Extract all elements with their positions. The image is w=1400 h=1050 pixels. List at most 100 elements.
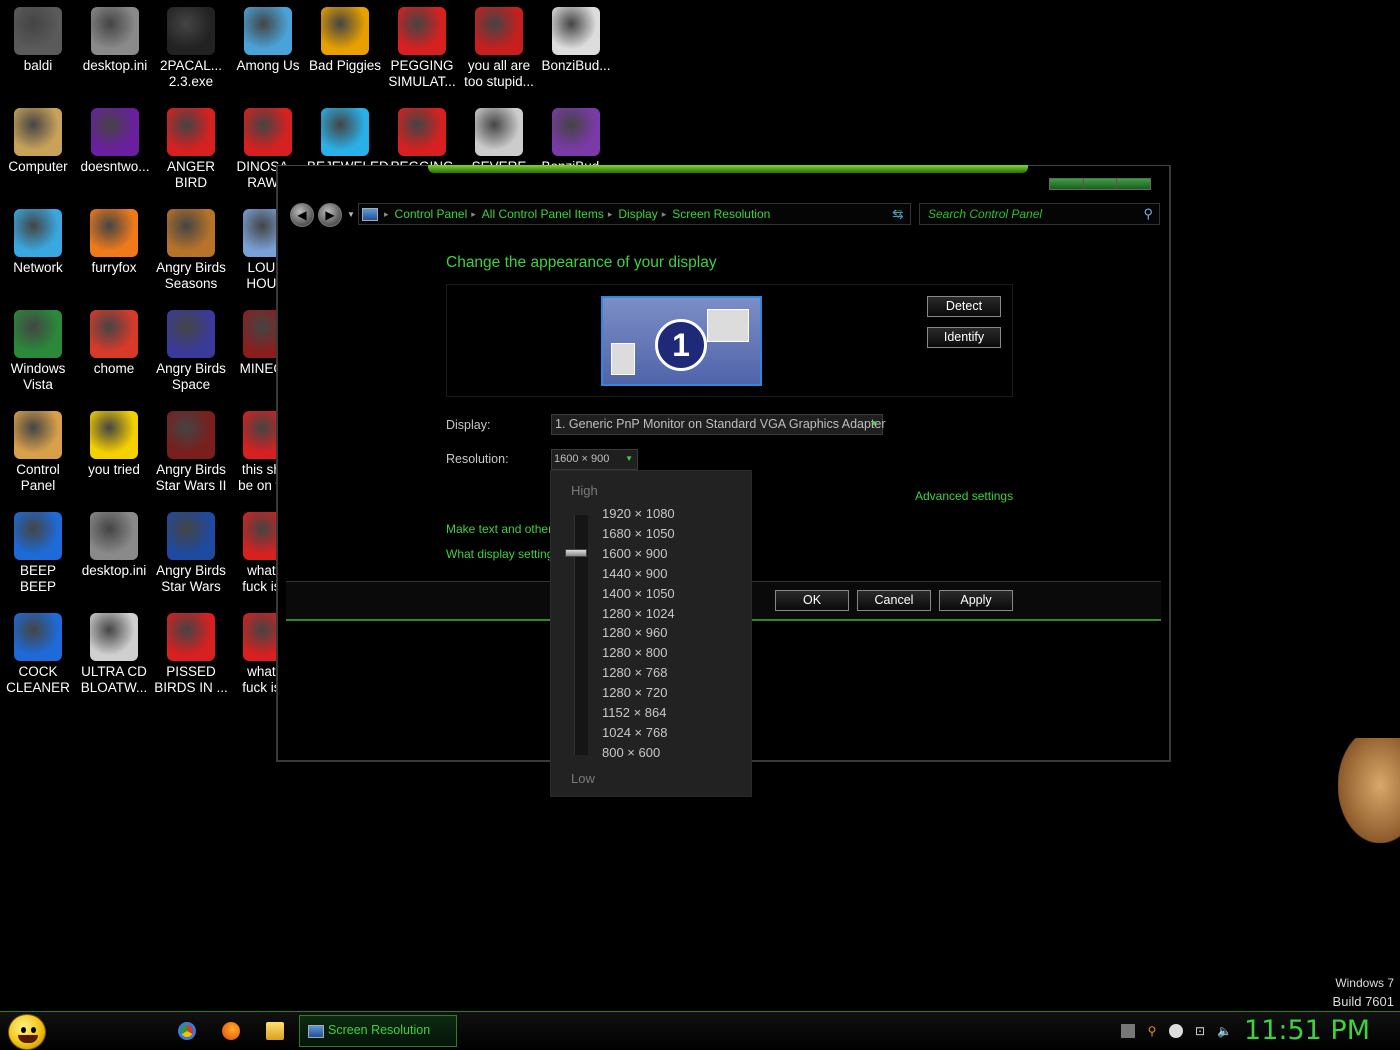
angry-birds-seasons-icon <box>167 209 215 257</box>
desktop-icon[interactable]: 2PACAL... 2.3.exe <box>153 7 229 90</box>
desktop-icon[interactable]: baldi <box>0 7 76 74</box>
back-button[interactable]: ◀ <box>290 203 314 227</box>
clock[interactable]: 11:51 PM <box>1244 1015 1370 1046</box>
identify-button[interactable]: Identify <box>927 327 1001 348</box>
start-button[interactable] <box>8 1014 46 1050</box>
address-bar[interactable]: ▸ Control Panel ▸ All Control Panel Item… <box>358 203 911 225</box>
star-icon <box>90 411 138 459</box>
desktop-icon[interactable]: PISSED BIRDS IN ... <box>153 613 229 696</box>
display-settings-help-link[interactable]: What display settings should I choose? <box>446 547 551 561</box>
resolution-option[interactable]: 1600 × 900 <box>602 546 667 561</box>
blue-panel-icon <box>14 613 62 661</box>
resolution-option[interactable]: 1280 × 1024 <box>602 606 675 621</box>
close-button[interactable] <box>1117 179 1151 189</box>
gem-icon <box>321 108 369 156</box>
recycle-bin-icon <box>14 310 62 358</box>
chrome-icon <box>90 310 138 358</box>
desktop-icon[interactable]: Windows Vista <box>0 310 76 393</box>
ok-button[interactable]: OK <box>775 590 849 611</box>
desktop-icon[interactable]: you all are too stupid... <box>461 7 537 90</box>
folder-icon[interactable] <box>266 1022 284 1040</box>
angry-birds-space-icon <box>167 310 215 358</box>
search-icon[interactable]: ⚲ <box>1143 206 1153 222</box>
desktop-icon[interactable]: desktop.ini <box>77 7 153 74</box>
firefox-icon <box>90 209 138 257</box>
desktop-icon[interactable]: Bad Piggies <box>307 7 383 74</box>
resolution-option[interactable]: 1280 × 960 <box>602 625 667 640</box>
tray-status-icon[interactable] <box>1169 1024 1183 1038</box>
watermark-build: Build 7601 <box>1332 994 1394 1009</box>
breadcrumb-all-items[interactable]: All Control Panel Items <box>478 207 608 221</box>
resolution-option[interactable]: 1152 × 864 <box>602 705 666 720</box>
desktop-icon[interactable]: COCK CLEANER <box>0 613 76 696</box>
resolution-option[interactable]: 1280 × 768 <box>602 665 667 680</box>
desktop-icon[interactable]: chome <box>76 310 152 377</box>
maximize-button[interactable] <box>1083 179 1118 189</box>
cancel-button[interactable]: Cancel <box>857 590 931 611</box>
tray-app-icon[interactable] <box>1121 1024 1135 1038</box>
desktop-icon[interactable]: desktop.ini <box>76 512 152 579</box>
search-icon[interactable]: ⚲ <box>1145 1024 1159 1038</box>
control-panel-icon <box>362 207 378 221</box>
apply-button[interactable]: Apply <box>939 590 1013 611</box>
breadcrumb-control-panel[interactable]: Control Panel <box>391 207 472 221</box>
window-controls <box>1049 178 1151 190</box>
minimize-button[interactable] <box>1050 179 1084 189</box>
resolution-option[interactable]: 1280 × 720 <box>602 685 667 700</box>
resolution-slider-thumb[interactable] <box>565 549 587 557</box>
volume-icon[interactable]: 🔈 <box>1217 1024 1232 1038</box>
resolution-option[interactable]: 1280 × 800 <box>602 645 667 660</box>
desktop-icon[interactable]: BEEP BEEP <box>0 512 76 595</box>
monitor-1-tile[interactable]: 1 <box>601 296 762 386</box>
firefox-icon[interactable] <box>222 1022 240 1040</box>
desktop-icon[interactable]: ULTRA CD BLOATW... <box>76 613 152 696</box>
desktop-icon[interactable]: Angry Birds Space <box>153 310 229 393</box>
network-icon[interactable]: ⊡ <box>1193 1024 1207 1038</box>
desktop-icon[interactable]: Angry Birds Star Wars II <box>153 411 229 494</box>
window-graphic-icon <box>611 343 635 375</box>
desktop-icon-label: chome <box>93 361 135 376</box>
desktop-icon[interactable]: Network <box>0 209 76 276</box>
advanced-settings-link[interactable]: Advanced settings <box>915 489 1013 503</box>
monitor-arrangement-panel: 1 Detect Identify <box>446 284 1013 397</box>
forward-button[interactable]: ▶ <box>318 203 342 227</box>
resolution-slider-popup: High 1920 × 1080 1680 × 1050 1600 × 900 144… <box>550 470 752 797</box>
detect-button[interactable]: Detect <box>927 296 1001 317</box>
taskbar-screen-resolution[interactable]: Screen Resolution <box>299 1015 457 1047</box>
desktop-icon[interactable]: BonziBud... <box>538 7 614 74</box>
breadcrumb-display[interactable]: Display <box>614 207 661 221</box>
desktop-icon[interactable]: doesntwo... <box>77 108 153 175</box>
control-panel-icon <box>14 411 62 459</box>
desktop-icon[interactable]: ANGER BIRD <box>153 108 229 191</box>
desktop-icon[interactable]: Angry Birds Star Wars <box>153 512 229 595</box>
refresh-icon[interactable]: ⇆ <box>892 206 904 223</box>
search-input[interactable]: Search Control Panel ⚲ <box>919 203 1160 225</box>
resolution-option[interactable]: 1680 × 1050 <box>602 526 675 541</box>
desktop-icon-label: desktop.ini <box>82 58 148 73</box>
resolution-option[interactable]: 1400 × 1050 <box>602 586 675 601</box>
resolution-select[interactable]: 1600 × 900 ▼ <box>551 449 638 470</box>
text-size-link[interactable]: Make text and other items larger or smal… <box>446 522 551 536</box>
desktop-icon[interactable]: PEGGING SIMULAT... <box>384 7 460 90</box>
desktop-icon[interactable]: Angry Birds Seasons <box>153 209 229 292</box>
desktop-icon-label: furryfox <box>91 260 137 275</box>
desktop-icon[interactable]: you tried <box>76 411 152 478</box>
baldi-icon <box>14 7 62 55</box>
resolution-option[interactable]: 1024 × 768 <box>602 725 667 740</box>
resolution-option[interactable]: 1920 × 1080 <box>602 506 675 521</box>
chrome-icon[interactable] <box>178 1022 196 1040</box>
recent-pages-dropdown[interactable]: ▼ <box>347 210 355 219</box>
resolution-option[interactable]: 1440 × 900 <box>602 566 667 581</box>
desktop-icon[interactable]: furryfox <box>76 209 152 276</box>
resolution-option[interactable]: 800 × 600 <box>602 745 660 760</box>
breadcrumb-screen-resolution[interactable]: Screen Resolution <box>668 207 774 221</box>
desktop-icon-label: Angry Birds Seasons <box>156 260 226 291</box>
display-select[interactable]: 1. Generic PnP Monitor on Standard VGA G… <box>551 414 886 435</box>
desktop-icon[interactable]: Control Panel <box>0 411 76 494</box>
desktop-icon-label: ANGER BIRD <box>166 159 215 190</box>
yahoo-icon <box>91 108 139 156</box>
control-panel-icon <box>308 1025 324 1038</box>
desktop-icon[interactable]: Computer <box>0 108 76 175</box>
angry-birds-starwars-icon <box>167 411 215 459</box>
desktop-icon[interactable]: Among Us <box>230 7 306 74</box>
